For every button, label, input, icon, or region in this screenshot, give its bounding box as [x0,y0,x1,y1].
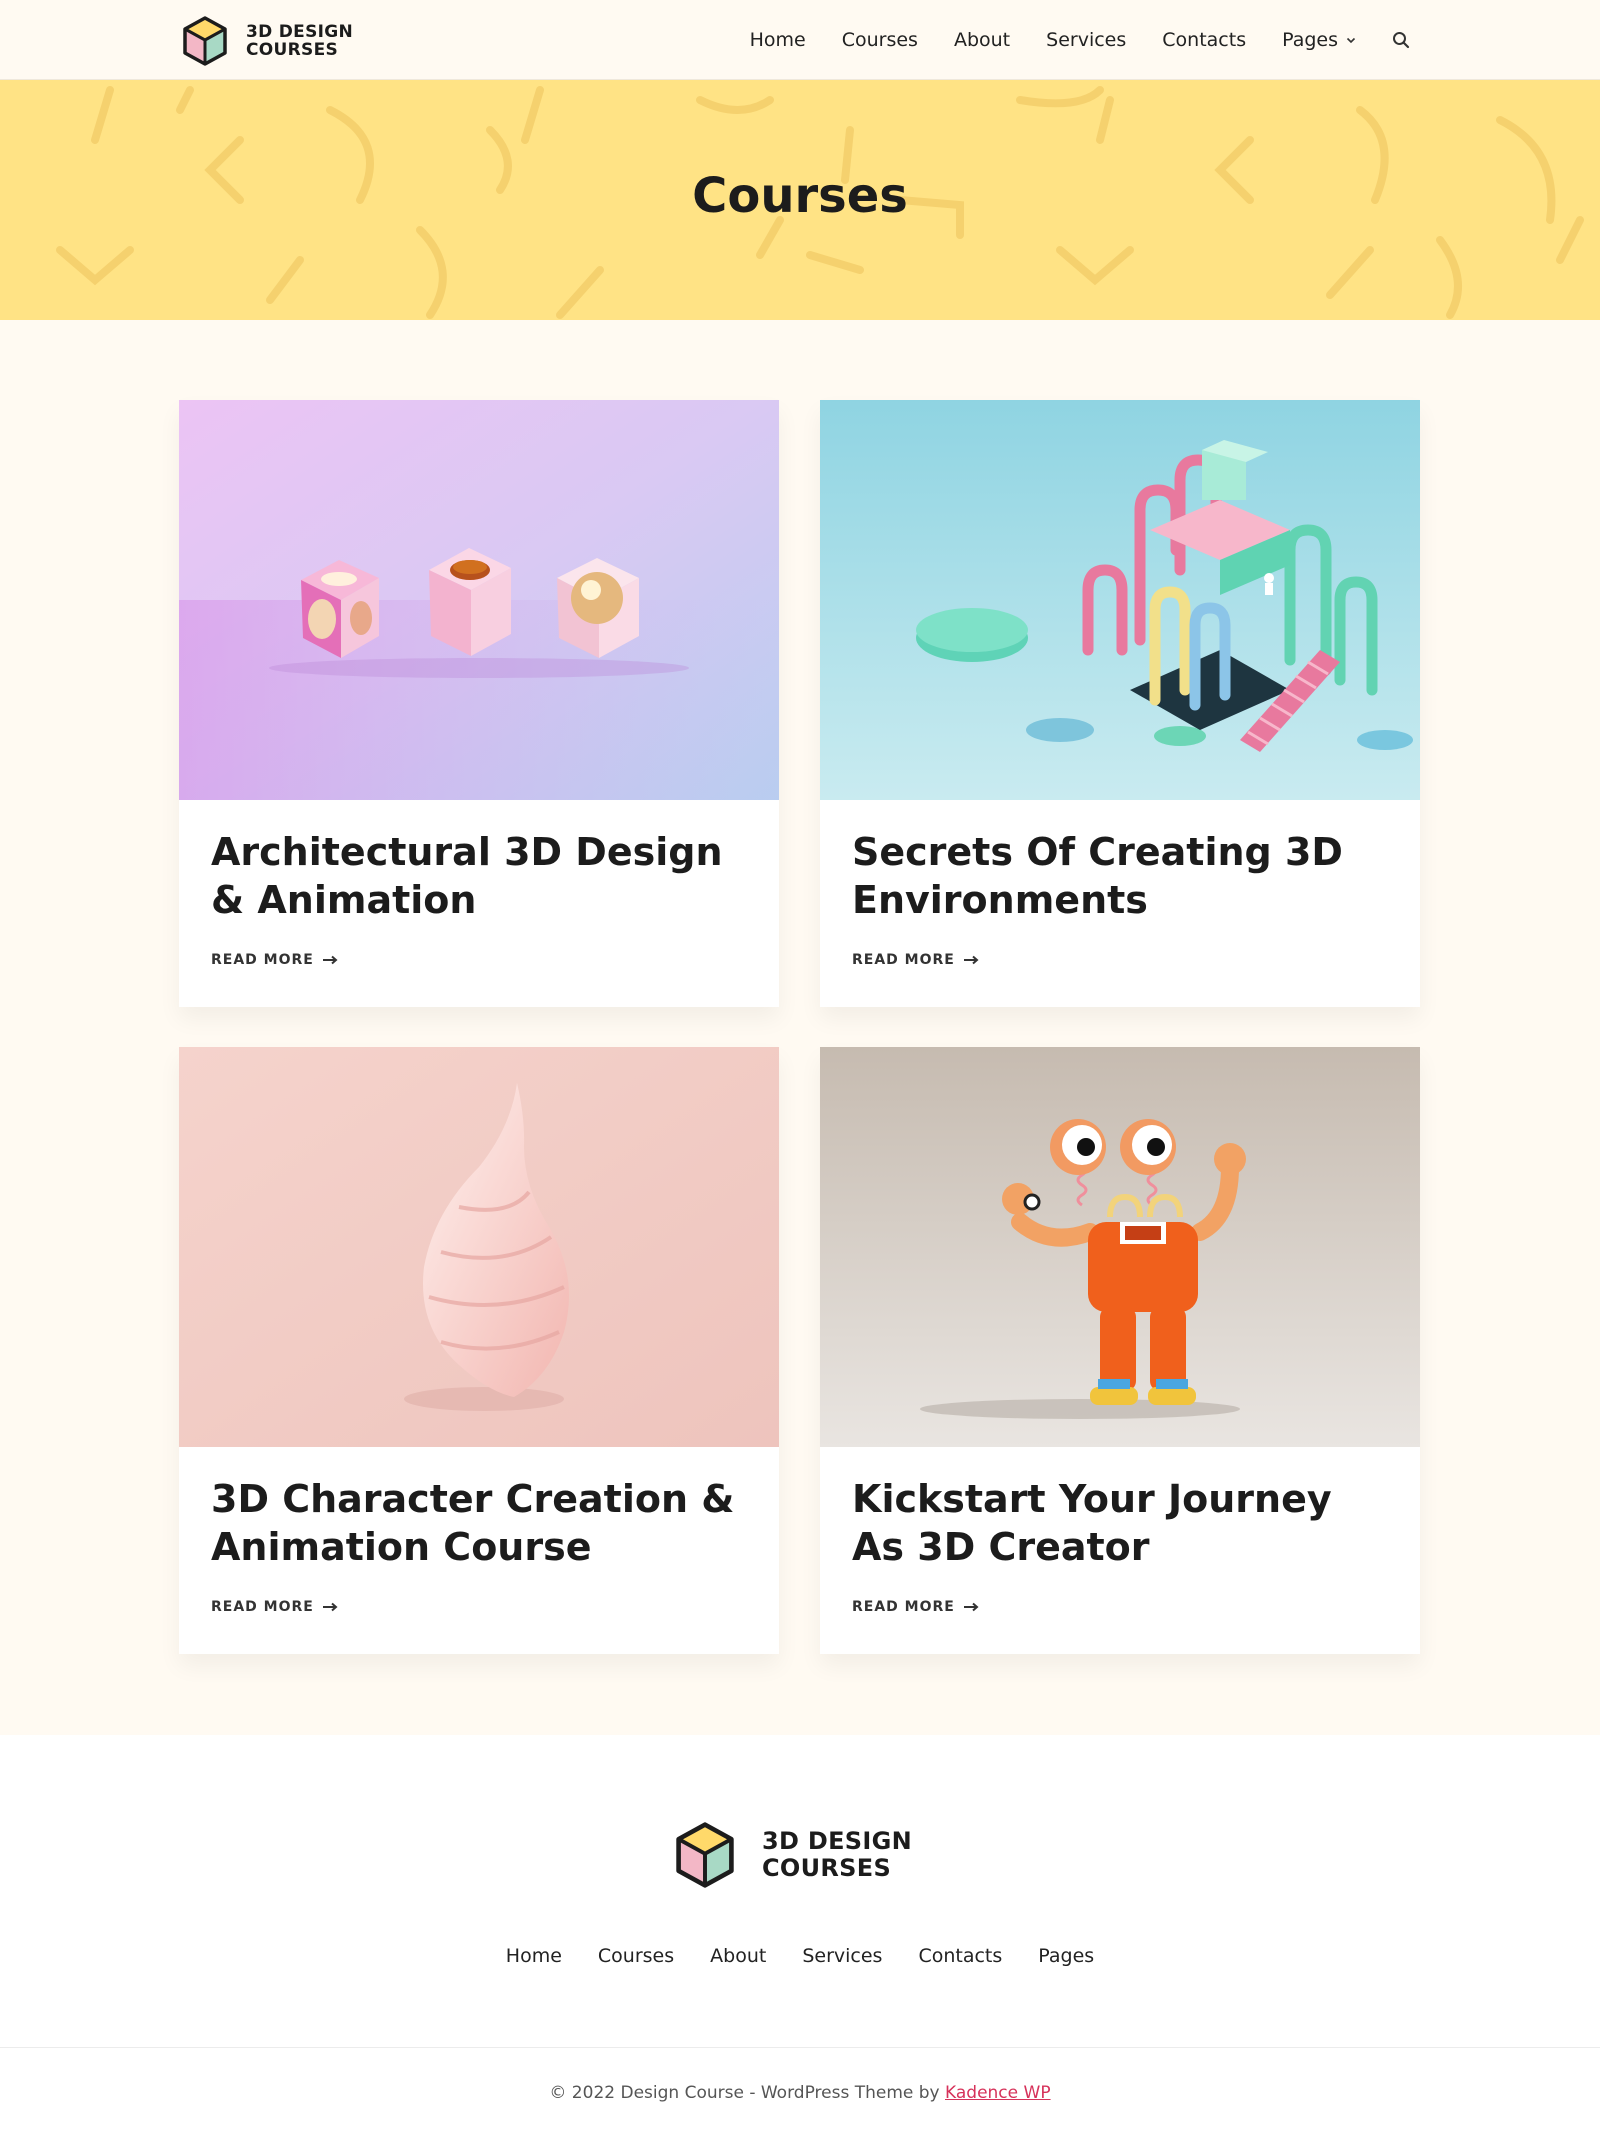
arrow-right-icon [963,955,979,965]
course-thumbnail[interactable] [820,400,1420,800]
course-thumbnail[interactable] [820,1047,1420,1447]
page-title: Courses [692,168,908,224]
course-image-swirl [179,1047,779,1447]
course-thumbnail[interactable] [179,400,779,800]
read-more-label: READ MORE [852,1599,955,1615]
site-footer: 3D DESIGN COURSES Home Courses About Ser… [0,1735,1600,2133]
course-card[interactable]: Secrets Of Creating 3D Environments READ… [820,400,1420,1007]
copyright-text: © 2022 Design Course - WordPress Theme b… [0,2083,1600,2103]
footer-nav: Home Courses About Services Contacts Pag… [0,1945,1600,1967]
main-nav: Home Courses About Services Contacts Pag… [714,0,1410,80]
footer-nav-courses[interactable]: Courses [598,1945,674,1967]
nav-contacts[interactable]: Contacts [1162,29,1246,51]
footer-logo-text: 3D DESIGN COURSES [762,1828,912,1882]
page-hero: Courses [0,80,1600,320]
footer-logo[interactable]: 3D DESIGN COURSES [672,1819,912,1891]
course-title[interactable]: 3D Character Creation & Animation Course [211,1475,751,1571]
footer-nav-pages[interactable]: Pages [1038,1945,1094,1967]
arrow-right-icon [322,955,338,965]
course-image-character [820,1047,1420,1447]
course-title[interactable]: Secrets Of Creating 3D Environments [852,828,1392,924]
read-more-link[interactable]: READ MORE [852,1599,979,1615]
copyright-label: © 2022 Design Course - WordPress Theme b… [549,2083,946,2103]
search-icon[interactable] [1392,31,1410,49]
logo-line-2: COURSES [246,40,339,60]
course-title[interactable]: Architectural 3D Design & Animation [211,828,751,924]
footer-logo-line-1: 3D DESIGN [762,1827,912,1855]
logo-text: 3D DESIGN COURSES [246,23,353,59]
course-card[interactable]: Architectural 3D Design & Animation READ… [179,400,779,1007]
footer-nav-home[interactable]: Home [506,1945,562,1967]
nav-courses[interactable]: Courses [842,29,918,51]
nav-pages-label: Pages [1282,29,1338,51]
course-thumbnail[interactable] [179,1047,779,1447]
nav-pages[interactable]: Pages [1282,29,1356,51]
footer-divider [0,2047,1600,2048]
footer-nav-contacts[interactable]: Contacts [918,1945,1002,1967]
read-more-link[interactable]: READ MORE [852,952,979,968]
read-more-link[interactable]: READ MORE [211,1599,338,1615]
arrow-right-icon [963,1602,979,1612]
site-header: 3D DESIGN COURSES Home Courses About Ser… [0,0,1600,80]
chevron-down-icon [1346,37,1356,44]
read-more-label: READ MORE [852,952,955,968]
course-image-environment [820,400,1420,800]
footer-logo-line-2: COURSES [762,1854,892,1882]
read-more-label: READ MORE [211,1599,314,1615]
logo-line-1: 3D DESIGN [246,22,354,42]
read-more-label: READ MORE [211,952,314,968]
course-card[interactable]: Kickstart Your Journey As 3D Creator REA… [820,1047,1420,1654]
course-title[interactable]: Kickstart Your Journey As 3D Creator [852,1475,1392,1571]
nav-services[interactable]: Services [1046,29,1126,51]
site-logo[interactable]: 3D DESIGN COURSES [180,14,353,68]
footer-nav-about[interactable]: About [710,1945,766,1967]
nav-about[interactable]: About [954,29,1010,51]
footer-nav-services[interactable]: Services [802,1945,882,1967]
course-card[interactable]: 3D Character Creation & Animation Course… [179,1047,779,1654]
arrow-right-icon [322,1602,338,1612]
cube-logo-icon [676,1822,734,1888]
cube-logo-icon [183,16,227,66]
course-image-cubes [179,400,779,800]
nav-home[interactable]: Home [750,29,806,51]
kadence-wp-link[interactable]: Kadence WP [945,2083,1051,2103]
read-more-link[interactable]: READ MORE [211,952,338,968]
